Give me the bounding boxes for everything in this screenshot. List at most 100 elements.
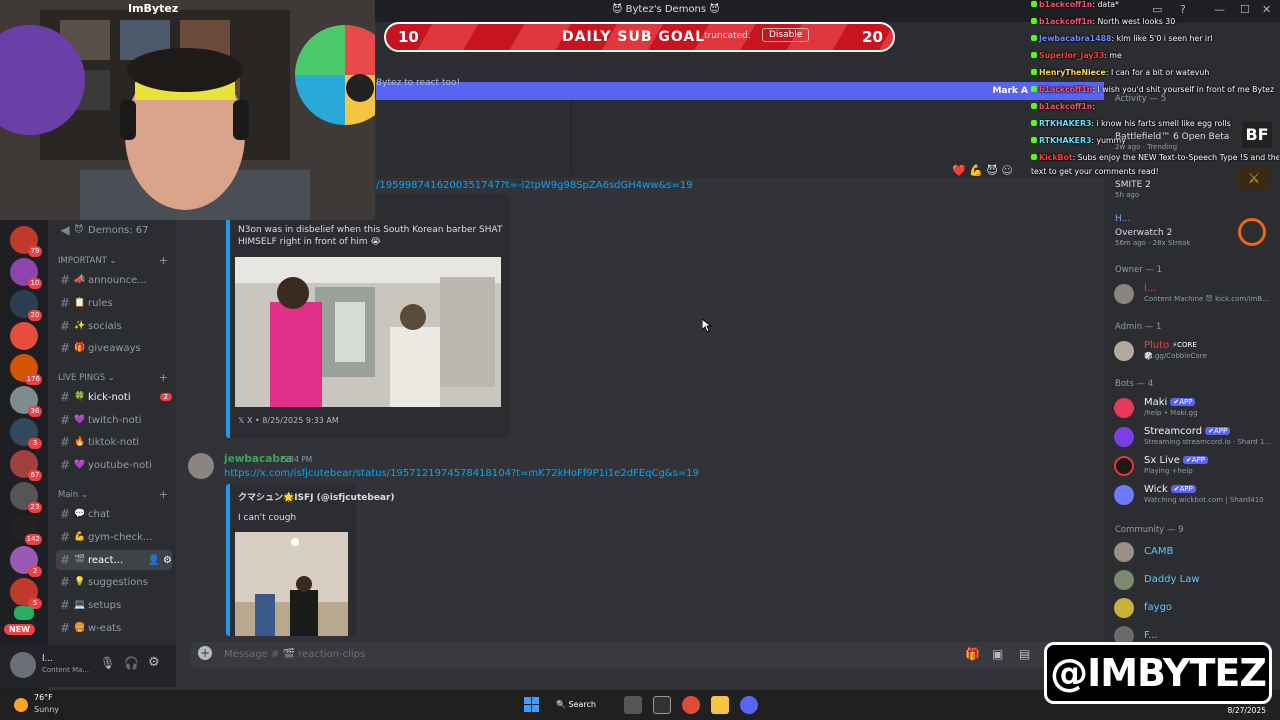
member-bot[interactable]: Sx Live ✔APP Playing +help [1114,454,1274,480]
channel-chat[interactable]: # 💬 chat [56,504,172,524]
new-badge[interactable]: NEW [4,624,35,635]
add-channel-icon[interactable]: + [159,254,168,267]
discord-icon[interactable] [740,696,758,714]
taskbar-search[interactable]: 🔍 Search [556,696,606,714]
channel-w-eats[interactable]: # 🍔 w-eats [56,618,172,638]
channel-giveaways[interactable]: # 🎁 giveaways [56,338,172,358]
member-bot[interactable]: Maki ✔APP /help • Maki.gg [1114,396,1274,422]
server-icon[interactable]: 67 [10,450,42,481]
file-explorer-icon[interactable] [711,696,729,714]
server-icon[interactable]: 23 [10,482,42,513]
tweet-embed: クマシュン🌟ISFJ (@isfjcutebear) I can't cough [226,484,395,636]
user-status: Content Ma... [42,666,90,674]
message-link[interactable]: https://x.com/isfjcutebear/status/195712… [224,468,699,479]
chat-badge-icon [1031,154,1037,160]
gif-icon[interactable]: ▣ [992,647,1003,661]
server-icon[interactable] [10,322,38,350]
add-channel-icon[interactable]: + [159,488,168,501]
community-header: Community — 9 [1115,525,1184,535]
settings-gear-icon[interactable]: ⚙ [148,655,160,670]
sticker-icon[interactable]: ▤ [1019,647,1030,661]
start-icon[interactable] [524,697,539,712]
server-icon[interactable]: 10 [10,258,42,289]
channel-youtube-noti[interactable]: # 💜 youtube-noti [56,455,172,475]
demons-counter: ◀ 😈 Demons: 67 [56,220,172,240]
message-composer[interactable]: + Message # 🎬 reaction-clips 🎁 ▣ ▤ [190,642,1090,668]
channel-socials[interactable]: # ✨ socials [56,316,172,336]
channel-emoji: 💜 [74,460,86,470]
member-name: Sx Live [1144,455,1180,466]
channel-rules[interactable]: # 📋 rules [56,293,172,313]
embed-image[interactable] [235,532,348,636]
activity-user[interactable]: H... [1115,214,1130,224]
avatar[interactable] [10,652,36,678]
category-label: Main [58,490,79,500]
add-reaction-icon[interactable]: ☺ [1001,164,1012,177]
channel-twitch-noti[interactable]: # 💜 twitch-noti [56,410,172,430]
server-icon[interactable]: 3 [10,418,42,449]
message-link[interactable]: /1959987416200351747?t=-l2tpW9g98SpZA6sd… [376,180,693,191]
chat-line: text to get your comments read! [1031,167,1279,176]
server-icon[interactable]: 2 [10,546,42,577]
channel-kick-noti[interactable]: # 🍀 kick-noti 2 [56,387,172,407]
member-admin[interactable]: Pluto ⚡CORE 🎲.gg/CobbleCore [1114,339,1274,365]
app-badge: ✔APP [1182,456,1208,464]
add-member-icon[interactable]: 👤 [148,555,160,566]
channel-emoji: 📋 [74,298,86,308]
add-channel-icon[interactable]: + [159,371,168,384]
member-community[interactable]: Daddy Law [1114,568,1274,594]
channel-setups[interactable]: # 💻 setups [56,595,172,615]
weather-temp[interactable]: 76°F [34,693,53,702]
member-name: CAMB [1144,546,1174,557]
heart-reaction-icon[interactable]: ❤️ [952,164,966,177]
message-input[interactable]: Message # 🎬 reaction-clips [224,649,365,660]
embed-author[interactable]: クマシュン🌟ISFJ (@isfjcutebear) [238,492,395,504]
muscle-reaction-icon[interactable]: 💪 [969,164,983,177]
channel-suggestions[interactable]: # 💡 suggestions [56,572,172,592]
activity-item[interactable]: Overwatch 2 56m ago · 28x Streak [1115,228,1190,247]
channel-tiktok-noti[interactable]: # 🔥 tiktok-noti [56,432,172,452]
weather-condition[interactable]: Sunny [34,705,59,714]
embed-image[interactable] [235,257,501,407]
gear-icon[interactable]: ⚙ [163,555,172,566]
member-name: Maki [1144,397,1168,408]
channel-gym-check[interactable]: # 💪 gym-check... [56,527,172,547]
disable-button[interactable]: Disable [762,28,810,42]
attach-plus-icon[interactable]: + [198,646,212,660]
chrome-icon[interactable] [682,696,700,714]
member-community[interactable]: faygo [1114,596,1274,622]
server-icon[interactable]: 36 [10,386,42,417]
member-bot[interactable]: Streamcord ✔APP Streaming streamcord.io ·… [1114,425,1274,451]
activity-item[interactable]: SMITE 2 5h ago [1115,180,1151,199]
mic-icon[interactable]: 🎙 [100,656,115,670]
server-icon[interactable]: 20 [10,290,42,321]
gift-icon[interactable]: 🎁 [965,647,980,661]
channel-announcements[interactable]: # 📣 announce... [56,270,172,290]
avatar[interactable] [188,453,214,479]
channel-reaction-clips[interactable]: # 🎬 react... 👤 ⚙ [56,550,172,570]
avatar [1114,598,1134,618]
server-badge: 176 [24,374,42,385]
channel-emoji: 💡 [74,577,86,587]
category-live-pings[interactable]: LIVE PINGS ⌄ + [58,371,168,384]
server-icon[interactable]: 176 [10,354,42,385]
member-status: Content Machine 😈 kick.com/imB... [1144,295,1269,303]
devil-reaction-icon[interactable]: 😈 [986,164,997,177]
server-icon[interactable]: 142 [10,514,42,545]
member-community[interactable]: CAMB [1114,540,1274,566]
member-bot[interactable]: Wick ✔APP Watching wickbot.com | Shard410 [1114,483,1274,509]
server-list: 79 10 20 176 36 3 67 23 142 2 5 NEW [0,220,48,690]
server-icon[interactable]: 5 [10,578,42,609]
category-important[interactable]: IMPORTANT ⌄ + [58,254,168,267]
obs-icon[interactable] [653,696,671,714]
member-owner[interactable]: l... Content Machine 😈 kick.com/imB... [1114,282,1274,308]
headphones-icon[interactable]: 🎧 [124,656,139,670]
category-main[interactable]: Main ⌄ + [58,488,168,501]
chat-message: : North west looks 30 [1092,17,1176,26]
embed-footer: 𝕏 X • 8/25/2025 9:33 AM [238,416,339,425]
taskbar-date[interactable]: 8/27/2025 [1228,706,1266,715]
server-icon[interactable] [14,606,34,620]
task-view-icon[interactable] [624,696,642,714]
server-icon[interactable]: 79 [10,226,42,257]
chat-username: b1ackcoff1n [1039,102,1093,111]
